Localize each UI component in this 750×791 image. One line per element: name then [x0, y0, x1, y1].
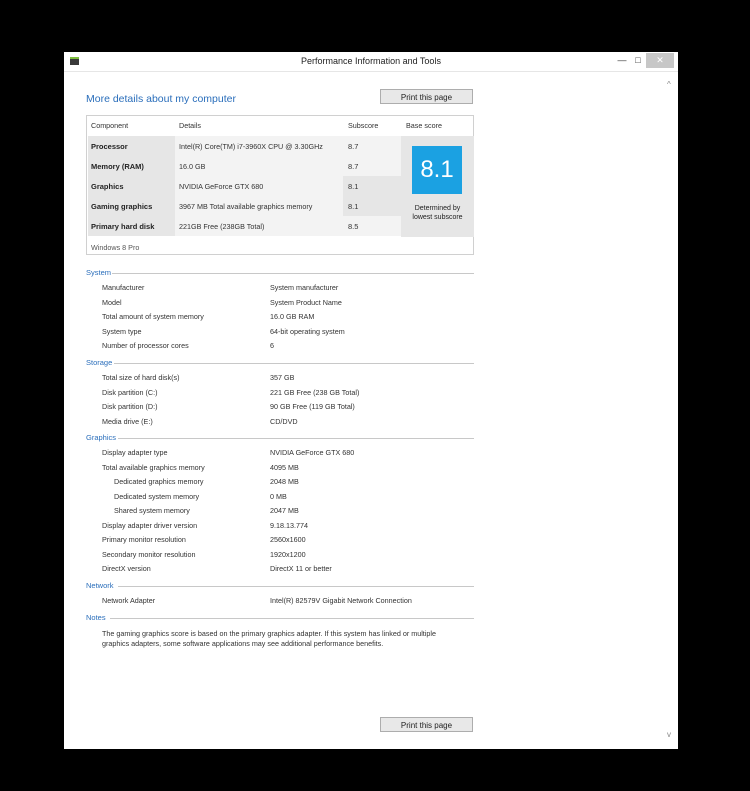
col-header-base-score: Base score	[406, 121, 442, 130]
title-bar[interactable]: Performance Information and Tools — □ ✕	[64, 52, 678, 72]
info-label: Disk partition (D:)	[102, 402, 158, 411]
component-name: Processor	[91, 142, 128, 151]
component-details: 3967 MB Total available graphics memory	[179, 202, 313, 211]
component-details: 221GB Free (238GB Total)	[179, 222, 265, 231]
info-value: System Product Name	[270, 297, 342, 307]
score-row-graphics: Graphics NVIDIA GeForce GTX 680 8.1	[87, 176, 401, 196]
info-value: 2048 MB	[270, 477, 299, 486]
info-value: 2047 MB	[270, 506, 299, 515]
info-label: Network Adapter	[102, 596, 156, 605]
minimize-button[interactable]: —	[614, 53, 630, 68]
section-divider	[118, 438, 474, 439]
scroll-up-icon[interactable]: ^	[667, 80, 671, 89]
score-row-memory: Memory (RAM) 16.0 GB 8.7	[87, 156, 401, 176]
notes-line-1: The gaming graphics score is based on th…	[102, 629, 436, 638]
info-label: Secondary monitor resolution	[102, 549, 196, 559]
component-details: NVIDIA GeForce GTX 680	[179, 182, 264, 191]
vertical-scrollbar[interactable]: ^ v	[664, 72, 678, 747]
info-label: Shared system memory	[114, 506, 190, 515]
info-value: 90 GB Free (119 GB Total)	[270, 402, 355, 411]
info-value: 6	[270, 341, 274, 350]
component-details: Intel(R) Core(TM) i7-3960X CPU @ 3.30GHz	[179, 142, 323, 151]
info-value: 221 GB Free (238 GB Total)	[270, 387, 360, 397]
info-label: Total size of hard disk(s)	[102, 373, 180, 382]
info-value: 9.18.13.774	[270, 520, 308, 530]
info-value: 2560x1600	[270, 535, 306, 544]
section-title: Network	[86, 581, 114, 590]
section-divider	[114, 363, 474, 364]
scroll-down-icon[interactable]: v	[667, 730, 671, 739]
page-heading: More details about my computer	[86, 93, 236, 105]
info-label: Total available graphics memory	[102, 462, 205, 472]
maximize-button[interactable]: □	[630, 53, 646, 68]
section-title: Storage	[86, 358, 113, 367]
info-label: System type	[102, 326, 142, 336]
info-value: NVIDIA GeForce GTX 680	[270, 448, 355, 457]
info-label: Model	[102, 297, 122, 307]
info-value: DirectX 11 or better	[270, 564, 332, 573]
base-caption-line-2: lowest subscore	[412, 214, 463, 221]
info-value: System manufacturer	[270, 283, 339, 292]
component-name: Primary hard disk	[91, 222, 155, 231]
info-label: Dedicated system memory	[114, 491, 200, 501]
component-name: Gaming graphics	[91, 202, 153, 211]
print-button-bottom[interactable]: Print this page	[380, 717, 473, 732]
info-label: Number of processor cores	[102, 341, 189, 350]
component-subscore: 8.7	[348, 142, 359, 151]
score-table: Component Details Subscore Base score Pr…	[86, 115, 474, 255]
info-value: 16.0 GB RAM	[270, 312, 315, 321]
info-value: 0 MB	[270, 491, 287, 501]
component-details: 16.0 GB	[179, 162, 206, 171]
info-value: 64-bit operating system	[270, 326, 345, 336]
col-header-subscore: Subscore	[348, 121, 379, 130]
section-title: Notes	[86, 613, 106, 622]
os-edition: Windows 8 Pro	[91, 243, 140, 252]
score-row-hard-disk: Primary hard disk 221GB Free (238GB Tota…	[87, 216, 401, 236]
info-label: Total amount of system memory	[102, 312, 204, 321]
info-value: CD/DVD	[270, 416, 298, 426]
component-name: Graphics	[91, 182, 124, 191]
col-header-component: Component	[91, 121, 129, 130]
section-divider	[110, 618, 474, 619]
base-caption-line-1: Determined by	[414, 205, 461, 212]
score-row-gaming-graphics: Gaming graphics 3967 MB Total available …	[87, 196, 401, 216]
info-value: Intel(R) 82579V Gigabit Network Connecti…	[270, 596, 412, 605]
info-label: Manufacturer	[102, 283, 145, 292]
score-row-processor: Processor Intel(R) Core(TM) i7-3960X CPU…	[87, 136, 401, 156]
component-subscore: 8.7	[348, 162, 359, 171]
base-score-panel: 8.1 Determined by lowest subscore	[401, 136, 474, 237]
component-subscore: 8.5	[348, 222, 359, 231]
info-label: Disk partition (C:)	[102, 387, 158, 397]
base-score-caption: Determined by lowest subscore	[401, 204, 474, 222]
close-button[interactable]: ✕	[646, 53, 674, 68]
section-divider	[118, 586, 474, 587]
info-label: Dedicated graphics memory	[114, 477, 204, 486]
component-name: Memory (RAM)	[91, 162, 144, 171]
notes-text: The gaming graphics score is based on th…	[102, 629, 462, 648]
info-label: DirectX version	[102, 564, 151, 573]
notes-line-2: graphics adapters, some software applica…	[102, 638, 384, 648]
base-score-tile: 8.1	[412, 146, 462, 194]
window-title: Performance Information and Tools	[301, 56, 441, 66]
col-header-details: Details	[179, 121, 201, 130]
info-label: Media drive (E:)	[102, 416, 153, 426]
info-label: Display adapter type	[102, 448, 168, 457]
info-value: 1920x1200	[270, 549, 306, 559]
info-value: 357 GB	[270, 373, 295, 382]
component-subscore: 8.1	[348, 182, 359, 191]
section-divider	[112, 273, 474, 274]
info-value: 4095 MB	[270, 462, 299, 472]
info-label: Display adapter driver version	[102, 520, 198, 530]
component-subscore: 8.1	[348, 202, 359, 211]
section-title: Graphics	[86, 433, 117, 442]
performance-window: Performance Information and Tools — □ ✕ …	[64, 52, 678, 749]
print-button-top[interactable]: Print this page	[380, 89, 473, 104]
section-title: System	[86, 268, 112, 277]
info-label: Primary monitor resolution	[102, 535, 186, 544]
